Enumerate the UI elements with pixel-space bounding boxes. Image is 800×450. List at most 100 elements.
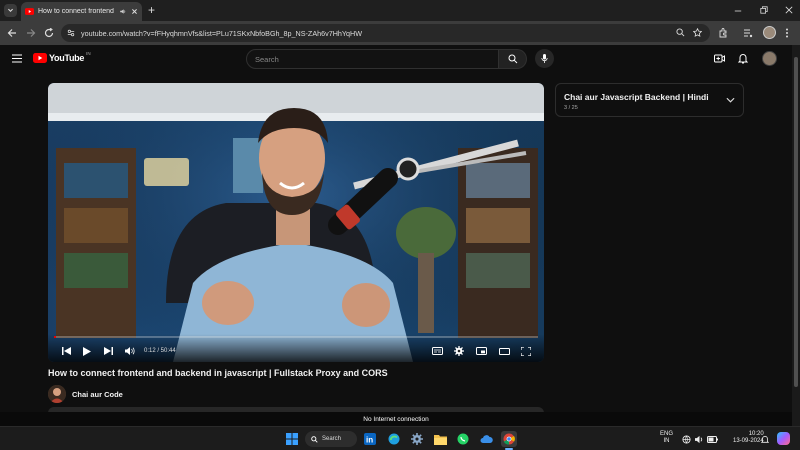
video-player[interactable]: 0:12 / 50:44 bbox=[48, 83, 544, 362]
video-title: How to connect frontend and backend in j… bbox=[48, 368, 388, 378]
bookmark-star-icon[interactable] bbox=[693, 28, 702, 37]
reload-icon[interactable] bbox=[44, 28, 54, 38]
battery-icon[interactable] bbox=[707, 436, 718, 443]
player-controls: 0:12 / 50:44 bbox=[48, 334, 544, 362]
chrome-icon bbox=[503, 433, 515, 445]
close-window-icon[interactable] bbox=[785, 6, 793, 14]
taskbar-search-label: Search bbox=[322, 436, 342, 442]
video-frame bbox=[48, 83, 544, 362]
tab-close-icon[interactable] bbox=[131, 8, 138, 15]
cloud-icon bbox=[480, 435, 493, 443]
linkedin-app[interactable]: in bbox=[362, 431, 378, 447]
playlist-panel[interactable]: Chai aur Javascript Backend | Hindi 3 / … bbox=[555, 83, 744, 117]
search-icon bbox=[508, 54, 517, 64]
search-button[interactable] bbox=[499, 49, 527, 69]
speaker-icon[interactable] bbox=[695, 435, 704, 444]
youtube-logo[interactable]: YouTube IN bbox=[33, 51, 91, 63]
edge-icon bbox=[388, 433, 400, 445]
region-code: IN bbox=[86, 51, 91, 56]
gear-icon bbox=[411, 433, 423, 445]
zoom-icon[interactable] bbox=[676, 28, 685, 37]
search-placeholder: Search bbox=[255, 54, 279, 64]
clock[interactable]: 10:20 13-09-2024 bbox=[733, 431, 764, 445]
browser-toolbar: youtube.com/watch?v=fFHyqhmnVfs&list=PLu… bbox=[0, 21, 800, 45]
more-menu-icon[interactable] bbox=[785, 28, 789, 38]
playlist-title: Chai aur Javascript Backend | Hindi bbox=[564, 92, 709, 102]
page-scrollbar[interactable] bbox=[792, 45, 800, 426]
whatsapp-icon bbox=[457, 433, 469, 445]
create-video-icon[interactable] bbox=[714, 54, 725, 63]
miniplayer-icon bbox=[475, 347, 487, 355]
windows-taskbar: Search in ENG IN 10:20 13-09-2024 bbox=[0, 426, 800, 450]
tab-search-button[interactable] bbox=[4, 4, 17, 17]
play-icon bbox=[83, 346, 91, 356]
language-code: ENG bbox=[660, 431, 674, 437]
volume-button[interactable] bbox=[122, 344, 138, 358]
theater-mode-button[interactable] bbox=[496, 344, 512, 358]
site-info-icon[interactable] bbox=[67, 29, 75, 37]
youtube-favicon-icon bbox=[25, 8, 34, 15]
previous-button[interactable] bbox=[58, 344, 74, 358]
profile-avatar[interactable] bbox=[763, 26, 776, 39]
new-tab-button[interactable]: + bbox=[148, 2, 155, 18]
search-icon bbox=[311, 435, 318, 443]
channel-avatar-image bbox=[48, 385, 66, 403]
remote-desktop-app[interactable] bbox=[478, 431, 494, 447]
chevron-down-icon bbox=[8, 8, 13, 12]
media-controls-icon[interactable] bbox=[743, 28, 753, 38]
play-button[interactable] bbox=[79, 344, 95, 358]
address-bar[interactable]: youtube.com/watch?v=fFHyqhmnVfs&list=PLu… bbox=[61, 24, 710, 42]
hamburger-menu-icon[interactable] bbox=[12, 54, 22, 63]
settings-app[interactable] bbox=[409, 431, 425, 447]
browser-tab-active[interactable]: How to connect frontend a bbox=[21, 2, 142, 21]
url-text: youtube.com/watch?v=fFHyqhmnVfs&list=PLu… bbox=[81, 28, 362, 38]
playlist-position: 3 / 25 bbox=[564, 105, 578, 111]
file-explorer-app[interactable] bbox=[432, 431, 448, 447]
user-avatar[interactable] bbox=[762, 51, 777, 66]
edge-app[interactable] bbox=[386, 431, 402, 447]
minimize-icon[interactable] bbox=[734, 7, 742, 15]
offline-banner: No Internet connection bbox=[0, 412, 792, 426]
time-display: 0:12 / 50:44 bbox=[144, 348, 176, 354]
whatsapp-app[interactable] bbox=[455, 431, 471, 447]
back-arrow-icon[interactable] bbox=[7, 28, 17, 38]
language-indicator[interactable]: ENG IN bbox=[660, 431, 673, 445]
microphone-icon bbox=[541, 54, 548, 63]
clock-date: 13-09-2024 bbox=[733, 438, 764, 444]
clock-time: 10:20 bbox=[748, 431, 764, 437]
scrollbar-thumb[interactable] bbox=[794, 57, 798, 387]
next-button[interactable] bbox=[100, 344, 116, 358]
channel-name[interactable]: Chai aur Code bbox=[72, 390, 123, 399]
copilot-button[interactable] bbox=[777, 432, 790, 445]
tab-title: How to connect frontend a bbox=[38, 8, 115, 15]
forward-arrow-icon[interactable] bbox=[26, 28, 36, 38]
svg-text:in: in bbox=[366, 436, 373, 445]
settings-button[interactable] bbox=[451, 344, 467, 358]
voice-search-button[interactable] bbox=[535, 49, 554, 68]
channel-avatar[interactable] bbox=[48, 385, 66, 403]
windows-logo-icon bbox=[286, 433, 298, 445]
restore-icon[interactable] bbox=[760, 6, 768, 14]
fullscreen-button[interactable] bbox=[518, 344, 534, 358]
network-icon[interactable] bbox=[682, 435, 691, 444]
miniplayer-button[interactable] bbox=[473, 344, 489, 358]
subtitles-button[interactable] bbox=[429, 344, 445, 358]
chevron-down-icon[interactable] bbox=[726, 97, 735, 104]
region-code-taskbar: IN bbox=[663, 438, 670, 444]
start-button[interactable] bbox=[284, 431, 300, 447]
youtube-header: YouTube IN Search bbox=[0, 45, 792, 73]
notifications-bell-icon[interactable] bbox=[738, 53, 748, 64]
notification-bell-icon[interactable] bbox=[761, 435, 769, 444]
chrome-app-active[interactable] bbox=[501, 431, 517, 447]
gear-icon bbox=[454, 346, 464, 356]
taskbar-search[interactable]: Search bbox=[305, 431, 357, 447]
search-input[interactable]: Search bbox=[246, 49, 499, 69]
volume-icon bbox=[125, 347, 135, 355]
fullscreen-icon bbox=[521, 346, 531, 356]
skip-next-icon bbox=[103, 347, 113, 355]
theater-mode-icon bbox=[498, 347, 510, 355]
folder-icon bbox=[433, 434, 447, 445]
extensions-icon[interactable] bbox=[718, 28, 728, 38]
audio-playing-icon[interactable] bbox=[119, 8, 127, 15]
linkedin-icon: in bbox=[364, 433, 376, 445]
